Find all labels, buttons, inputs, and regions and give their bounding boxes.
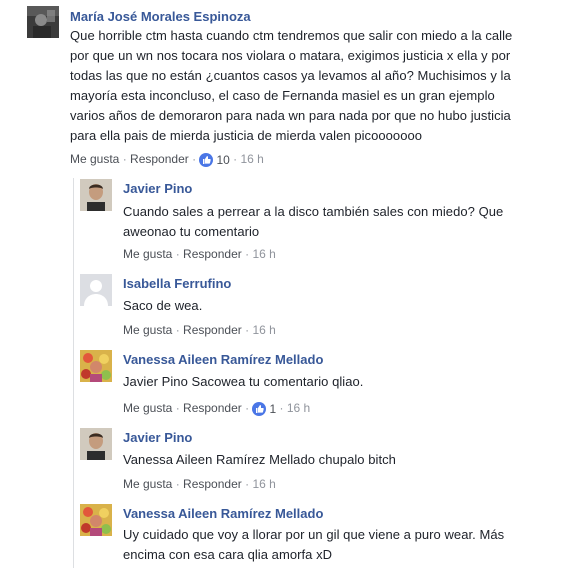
comment-text-line: Que horrible ctm hasta cuando ctm tendre… [70, 28, 513, 43]
reply-text-line: Uy cuidado que voy a llorar por un gil q… [123, 527, 505, 542]
reply: Vanessa Aileen Ramírez Mellado Uy cuidad… [80, 504, 567, 568]
reply: Javier Pino Vanessa Aileen Ramírez Mella… [80, 428, 567, 496]
timestamp[interactable]: 16 h [252, 247, 275, 261]
reply-text-line: Cuando sales a perrear a la disco tambié… [123, 204, 504, 219]
separator: · [192, 152, 200, 166]
profile-photo-icon [80, 179, 112, 211]
reaction-count: 1 [269, 401, 277, 416]
reply-link[interactable]: Responder [183, 247, 242, 261]
comment-text: Que horrible ctm hasta cuando ctm tendre… [70, 26, 512, 146]
reply: Javier Pino Cuando sales a perrear a la … [80, 179, 567, 265]
comment: María José Morales Espinoza Que horrible… [27, 6, 567, 174]
reply-text: Javier Pino Sacowea tu comentario qliao. [123, 372, 363, 392]
avatar[interactable] [27, 6, 59, 38]
reply-text-line: Vanessa Aileen Ramírez Mellado chupalo b… [123, 452, 396, 467]
comment-text-line: por que un wn nos tocara nos violara o m… [70, 48, 511, 63]
reply-text-line: aweonao tu comentario [123, 224, 260, 239]
separator: · [175, 247, 184, 261]
timestamp[interactable]: 16 h [287, 401, 310, 415]
comment-text-line: varios años de demoraron para nada wn pa… [70, 108, 511, 123]
reaction-count: 10 [216, 152, 230, 167]
profile-photo-icon [80, 428, 112, 460]
reply-actions: Me gusta · Responder · 16 h [123, 476, 276, 492]
reply-text: Saco de wea. [123, 296, 202, 316]
comment-actions: Me gusta · Responder · 10 · 16 h [70, 151, 264, 168]
comment-text-line: mayoría esta inconcluso, el caso de Fern… [70, 88, 495, 103]
separator: · [245, 401, 253, 415]
separator: · [233, 152, 241, 166]
comment-text-line: todas las que no están ¿cuantos casos ya… [70, 68, 511, 83]
timestamp[interactable]: 16 h [241, 152, 264, 166]
like-link[interactable]: Me gusta [70, 152, 119, 166]
reply: Isabella Ferrufino Saco de wea. Me gusta… [80, 274, 567, 340]
profile-photo-icon [80, 350, 112, 382]
avatar[interactable] [80, 179, 112, 211]
separator: · [175, 323, 184, 337]
avatar[interactable] [80, 350, 112, 382]
timestamp[interactable]: 16 h [252, 477, 275, 491]
comment-text-line: para ella pais de mierda justicia de mie… [70, 128, 423, 143]
thumbs-up-icon [252, 401, 267, 416]
reply: Vanessa Aileen Ramírez Mellado Javier Pi… [80, 350, 567, 420]
reply-link[interactable]: Responder [183, 401, 242, 415]
avatar[interactable] [80, 504, 112, 536]
default-profile-silhouette-icon [80, 274, 112, 306]
reply-thread-line [73, 178, 74, 568]
reaction-summary[interactable]: 10 [199, 152, 230, 168]
avatar[interactable] [80, 274, 112, 306]
reply-text: Vanessa Aileen Ramírez Mellado chupalo b… [123, 450, 396, 470]
separator: · [122, 152, 131, 166]
reply-link[interactable]: Responder [130, 152, 189, 166]
comment-thread: María José Morales Espinoza Que horrible… [0, 0, 572, 568]
profile-photo-icon [27, 6, 59, 38]
reply-author[interactable]: Vanessa Aileen Ramírez Mellado [123, 352, 323, 368]
separator: · [175, 401, 184, 415]
like-link[interactable]: Me gusta [123, 477, 172, 491]
reply-text-line: Saco de wea. [123, 298, 203, 313]
reply-link[interactable]: Responder [183, 323, 242, 337]
profile-photo-icon [80, 504, 112, 536]
reply-actions: Me gusta · Responder · 1 · 16 h [123, 400, 310, 417]
timestamp[interactable]: 16 h [252, 323, 275, 337]
reply-text-line: encima con esa cara qlia amorfa xD [123, 547, 333, 562]
comment-author[interactable]: María José Morales Espinoza [70, 9, 251, 25]
separator: · [175, 477, 184, 491]
reply-text: Uy cuidado que voy a llorar por un gil q… [123, 525, 504, 565]
reply-actions: Me gusta · Responder · 16 h [123, 322, 276, 338]
reply-text-line: Javier Pino Sacowea tu comentario qliao. [123, 374, 364, 389]
reply-author[interactable]: Javier Pino [123, 430, 192, 446]
like-link[interactable]: Me gusta [123, 323, 172, 337]
reply-actions: Me gusta · Responder · 16 h [123, 246, 276, 262]
reply-author[interactable]: Vanessa Aileen Ramírez Mellado [123, 506, 323, 522]
reply-author[interactable]: Javier Pino [123, 181, 192, 197]
separator: · [279, 401, 287, 415]
reply-link[interactable]: Responder [183, 477, 242, 491]
reaction-summary[interactable]: 1 [252, 401, 276, 417]
like-link[interactable]: Me gusta [123, 401, 172, 415]
avatar[interactable] [80, 428, 112, 460]
thumbs-up-icon [199, 152, 214, 167]
like-link[interactable]: Me gusta [123, 247, 172, 261]
reply-author[interactable]: Isabella Ferrufino [123, 276, 231, 292]
reply-text: Cuando sales a perrear a la disco tambié… [123, 202, 503, 242]
